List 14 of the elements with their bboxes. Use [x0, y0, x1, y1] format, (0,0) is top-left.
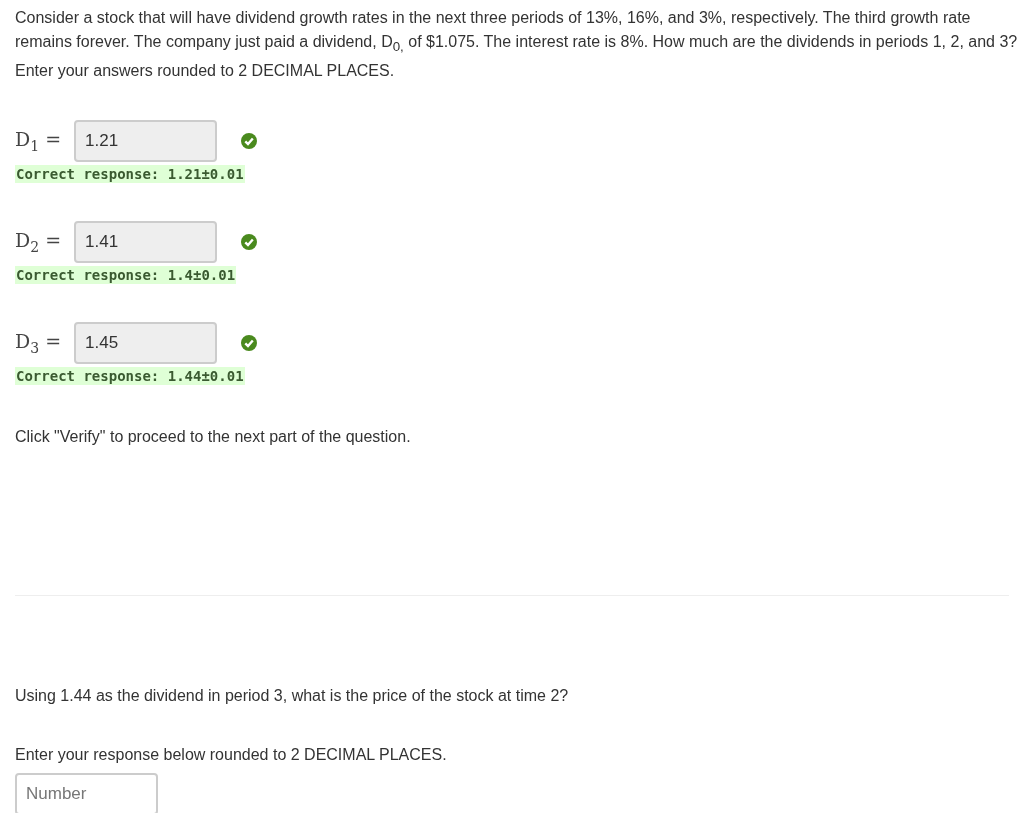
number-input[interactable]: Number [15, 773, 158, 813]
variable-label: D$_{2}$ = [15, 229, 63, 256]
variable-label: D$_{1}$ = [15, 128, 63, 155]
answer-field[interactable]: 1.41 [74, 221, 217, 264]
answer-field[interactable]: 1.21 [74, 120, 217, 163]
feedback-text: Correct response: 1.4±0.01 [15, 266, 237, 285]
variable-label: D$_{3}$ = [15, 330, 63, 357]
prompt-text: Enter your response below rounded to 2 DECIMAL PLACES. [15, 745, 448, 766]
feedback-text: Correct response: 1.44±0.01 [15, 367, 245, 386]
instruction-text: Click "Verify" to proceed to the next part of the question. [15, 427, 412, 448]
question-text: Consider a stock that will have dividend growth rates in the next three periods of 13%, 16%, and 3%, respectively. The third growth rate remains forever. The company just paid a dividend, D$_{0,}$ of $1.075. The interest rate is 8%. How much are the dividends in periods 1, 2, and 3? Enter your answers rounded to 2 DECIMAL PLACES. [15, 8, 1019, 82]
question-text: Using 1.44 as the dividend in period 3, what is the price of the stock at time 2? [15, 686, 570, 707]
answer-field[interactable]: 1.45 [74, 322, 217, 365]
feedback-text: Correct response: 1.21±0.01 [15, 165, 245, 184]
